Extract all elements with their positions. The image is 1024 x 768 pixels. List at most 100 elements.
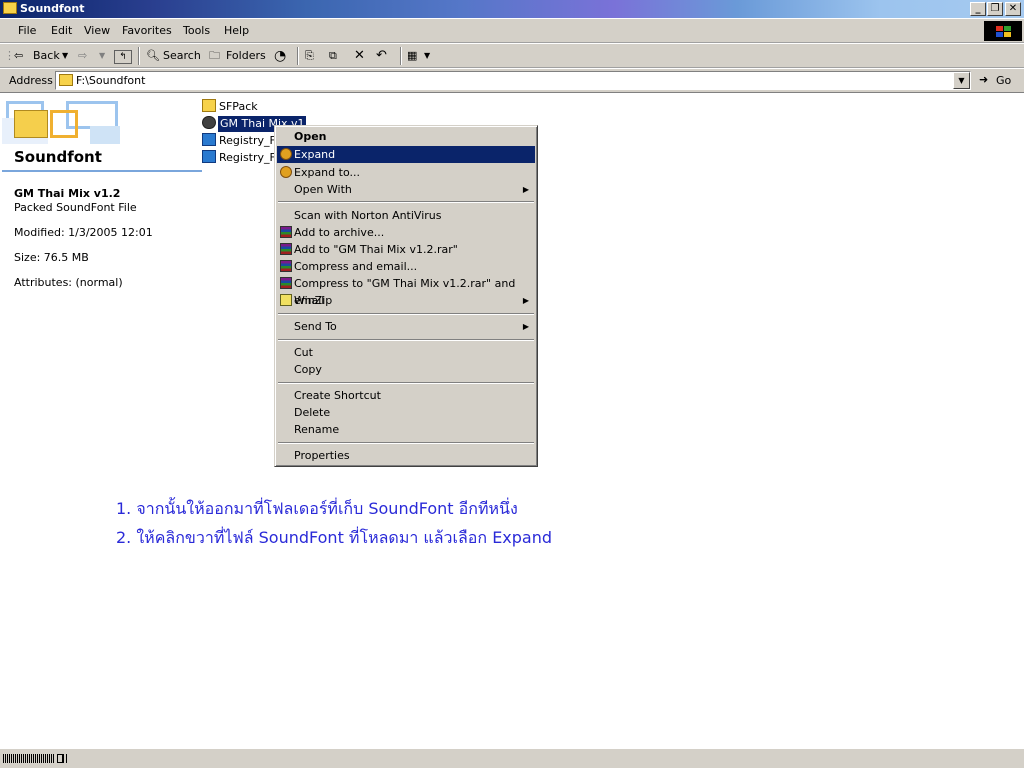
toolbar: ⋮ ⇦ Back ▼ ⇨ ▼ ↰ 🔍︎ Search 🗀 Folders ◔ ⎘…: [0, 44, 1024, 68]
menu-item-cut[interactable]: Cut: [277, 344, 535, 361]
registry-file-icon: [202, 150, 216, 163]
menu-separator: [278, 313, 534, 315]
menu-item-label: Open: [294, 130, 327, 143]
soundfont-file-icon: [202, 116, 216, 129]
status-bar: [0, 748, 1024, 768]
folders-button[interactable]: Folders: [226, 48, 266, 64]
folder-large-icon: [14, 110, 48, 138]
undo-icon[interactable]: ↶: [376, 48, 387, 64]
back-button[interactable]: Back: [33, 48, 60, 64]
menu-tools[interactable]: Tools: [183, 24, 210, 37]
menu-separator: [278, 339, 534, 341]
decorative-frame: [50, 110, 78, 138]
instruction-step-1: 1. จากนั้นให้ออกมาที่โฟลเดอร์ที่เก็บ Sou…: [116, 499, 518, 518]
forward-dropdown-icon[interactable]: ▼: [99, 48, 105, 64]
address-input[interactable]: F:\Soundfont ▼: [55, 71, 971, 90]
views-icon[interactable]: ▦: [407, 48, 417, 64]
menu-favorites[interactable]: Favorites: [122, 24, 172, 37]
folder-icon: [202, 99, 216, 112]
menu-item-compress-rar-email[interactable]: Compress to "GM Thai Mix v1.2.rar" and e…: [277, 275, 535, 307]
file-label: Registry_Fi: [219, 134, 279, 147]
details-pane: Soundfont GM Thai Mix v1.2 Packed SoundF…: [0, 96, 204, 748]
file-attributes: Attributes: (normal): [14, 276, 123, 289]
menu-item-label: Open With: [294, 183, 352, 196]
menu-item-label: Copy: [294, 363, 322, 376]
menu-item-label: Properties: [294, 449, 350, 462]
menu-separator: [278, 201, 534, 203]
menu-item-send-to[interactable]: Send To ▶: [277, 318, 535, 335]
close-button[interactable]: ✕: [1005, 2, 1021, 16]
menu-separator: [278, 382, 534, 384]
menu-item-label: Expand to...: [294, 166, 360, 179]
menu-item-label: Add to "GM Thai Mix v1.2.rar": [294, 243, 458, 256]
address-value: F:\Soundfont: [76, 74, 146, 87]
menu-bar: File Edit View Favorites Tools Help: [0, 19, 1024, 43]
submenu-arrow-icon: ▶: [522, 185, 529, 194]
folder-title: Soundfont: [14, 148, 102, 166]
views-dropdown-icon[interactable]: ▼: [424, 48, 430, 64]
instruction-step-2: 2. ให้คลิกขวาที่ไฟล์ SoundFont ที่โหลดมา…: [116, 528, 553, 547]
file-label: SFPack: [219, 100, 258, 113]
menu-item-label: Scan with Norton AntiVirus: [294, 209, 442, 222]
winrar-icon: [280, 243, 292, 255]
back-dropdown-icon[interactable]: ▼: [62, 48, 68, 64]
menu-item-label: Expand: [294, 148, 336, 161]
go-button[interactable]: Go: [996, 74, 1011, 87]
delete-icon[interactable]: ✕: [354, 48, 365, 64]
file-label: Registry_Fi: [219, 151, 279, 164]
menu-item-label: Create Shortcut: [294, 389, 381, 402]
menu-item-label: Send To: [294, 320, 337, 333]
toolbar-separator: [297, 47, 299, 65]
sfpack-icon: [280, 166, 292, 178]
winrar-icon: [280, 277, 292, 289]
status-progress-indicator: [3, 754, 55, 763]
toolbar-separator: [138, 47, 140, 65]
winrar-icon: [280, 260, 292, 272]
menu-item-create-shortcut[interactable]: Create Shortcut: [277, 387, 535, 404]
winrar-icon: [280, 226, 292, 238]
folders-icon: 🗀: [209, 49, 220, 62]
status-pause-icon: [62, 754, 67, 763]
search-button[interactable]: Search: [163, 48, 201, 64]
forward-button[interactable]: ⇨: [78, 48, 87, 64]
move-to-icon[interactable]: ⎘: [305, 48, 314, 64]
context-menu: Open Expand Expand to... Open With ▶ Sca…: [274, 125, 538, 467]
menu-item-properties[interactable]: Properties: [277, 447, 535, 464]
menu-item-add-archive[interactable]: Add to archive...: [277, 224, 535, 241]
menu-item-copy[interactable]: Copy: [277, 361, 535, 378]
copy-to-icon[interactable]: ⧉: [329, 48, 337, 64]
submenu-arrow-icon: ▶: [522, 296, 529, 305]
menu-item-expand-to[interactable]: Expand to...: [277, 164, 535, 181]
menu-item-delete[interactable]: Delete: [277, 404, 535, 421]
menu-item-open-with[interactable]: Open With ▶: [277, 181, 535, 198]
menu-item-expand[interactable]: Expand: [277, 146, 535, 163]
back-arrow-icon: ⇦: [14, 49, 24, 62]
restore-button[interactable]: ❐: [987, 2, 1003, 16]
address-label: Address: [9, 74, 53, 87]
menu-item-open[interactable]: Open: [277, 128, 535, 145]
search-icon: 🔍︎: [146, 49, 160, 62]
menu-item-rename[interactable]: Rename: [277, 421, 535, 438]
menu-item-label: Delete: [294, 406, 331, 419]
menu-item-label: WinZip: [294, 294, 333, 307]
menu-file[interactable]: File: [18, 24, 36, 37]
window-title: Soundfont: [20, 2, 85, 15]
menu-help[interactable]: Help: [224, 24, 249, 37]
registry-file-icon: [202, 133, 216, 146]
menu-item-compress-email[interactable]: Compress and email...: [277, 258, 535, 275]
menu-item-scan[interactable]: Scan with Norton AntiVirus: [277, 207, 535, 224]
history-icon[interactable]: ◔: [274, 48, 286, 64]
menu-item-add-rar[interactable]: Add to "GM Thai Mix v1.2.rar": [277, 241, 535, 258]
address-dropdown-button[interactable]: ▼: [953, 72, 970, 89]
menu-edit[interactable]: Edit: [51, 24, 72, 37]
folder-icon: [3, 2, 17, 14]
modified-date: Modified: 1/3/2005 12:01: [14, 226, 153, 239]
minimize-button[interactable]: _: [970, 2, 986, 16]
toolbar-separator: [400, 47, 402, 65]
windows-logo-icon: [984, 21, 1022, 41]
up-folder-button[interactable]: ↰: [114, 50, 132, 64]
menu-view[interactable]: View: [84, 24, 110, 37]
decorative-block: [90, 126, 120, 144]
menu-item-label: Add to archive...: [294, 226, 385, 239]
menu-item-winzip[interactable]: WinZip ▶: [277, 292, 535, 309]
